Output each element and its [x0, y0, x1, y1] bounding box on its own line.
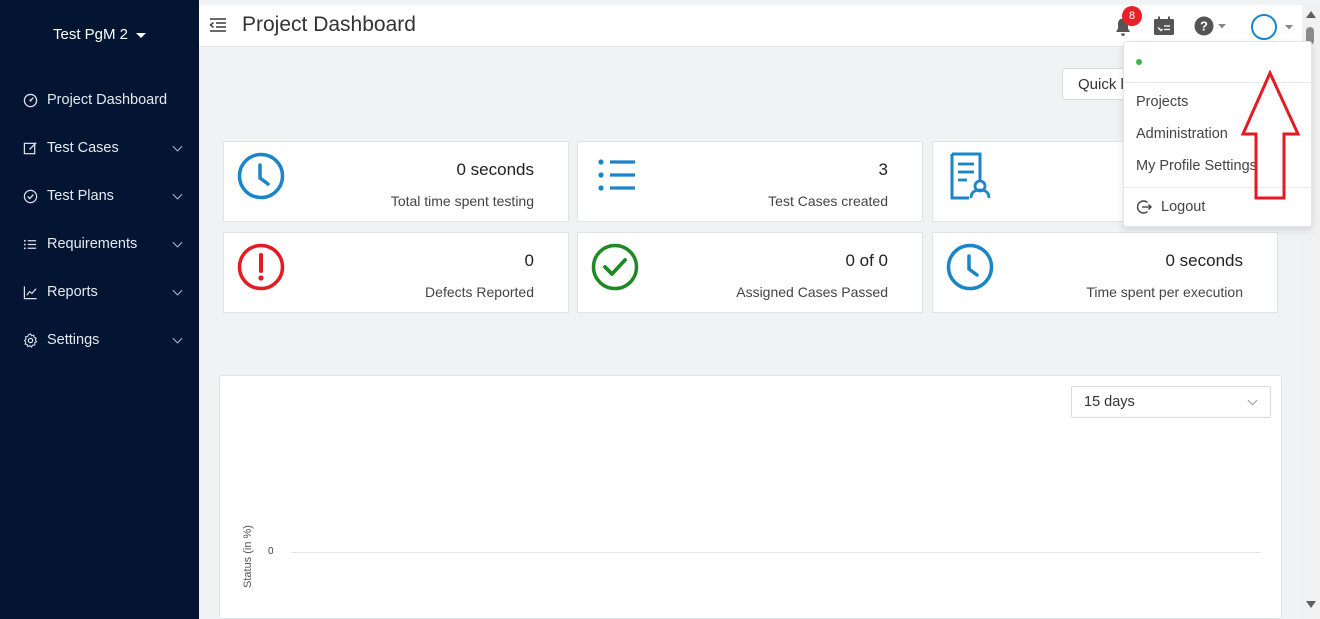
chevron-down-icon	[172, 333, 183, 344]
stat-label: Test Cases created	[768, 193, 888, 209]
chevron-down-icon	[172, 285, 183, 296]
dashboard-icon	[22, 92, 38, 108]
scroll-down-icon[interactable]	[1306, 601, 1316, 608]
list-icon	[590, 152, 640, 202]
logout-label: Logout	[1161, 199, 1206, 215]
gear-icon	[22, 332, 38, 348]
sidebar-item-label: Requirements	[47, 236, 138, 252]
stat-value: 0 of 0	[845, 251, 888, 270]
sidebar-item-label: Project Dashboard	[47, 92, 168, 108]
sidebar-item-label: Reports	[47, 284, 98, 300]
menu-item-profile-settings[interactable]: My Profile Settings	[1136, 158, 1257, 174]
document-user-icon	[945, 152, 995, 202]
caret-down-icon	[136, 32, 147, 38]
stat-card-test-cases-created: 3 Test Cases created	[577, 141, 923, 222]
chart-baseline	[291, 552, 1261, 553]
sidebar-item-label: Test Plans	[47, 188, 114, 204]
project-selector[interactable]: Test PgM 2	[0, 26, 199, 43]
sidebar-item-requirements[interactable]: Requirements	[0, 220, 199, 268]
menu-collapse-icon[interactable]	[209, 17, 227, 33]
check-circle-icon	[590, 243, 640, 293]
sidebar-nav: Project Dashboard Test Cases Test Plans …	[0, 76, 199, 364]
help-menu-button[interactable]: ?	[1193, 15, 1229, 37]
list-icon	[22, 236, 38, 252]
menu-item-logout[interactable]: Logout	[1136, 199, 1205, 215]
stat-value: 0 seconds	[456, 160, 535, 179]
sidebar-item-reports[interactable]: Reports	[0, 268, 199, 316]
scroll-up-icon[interactable]	[1306, 11, 1316, 18]
svg-text:?: ?	[1200, 19, 1208, 34]
chart-y-axis-label: Status (in %)	[242, 525, 254, 588]
stat-card-defects: 0 Defects Reported	[223, 232, 569, 313]
chevron-down-icon	[172, 141, 183, 152]
annotation-arrow-icon	[1240, 70, 1301, 200]
date-range-select[interactable]: 15 days	[1071, 386, 1271, 418]
stat-value: 0 seconds	[1165, 251, 1244, 270]
stat-label: Assigned Cases Passed	[736, 284, 888, 300]
chart-y-tick: 0	[268, 546, 274, 557]
chevron-down-icon	[172, 237, 183, 248]
clock-icon	[945, 243, 995, 293]
stat-value: 3	[878, 160, 888, 179]
stat-value: 0	[524, 251, 534, 270]
chevron-down-icon	[1247, 395, 1258, 406]
notification-badge: 8	[1122, 6, 1142, 26]
online-status-dot	[1136, 59, 1142, 65]
menu-item-administration[interactable]: Administration	[1136, 126, 1228, 142]
sidebar-item-project-dashboard[interactable]: Project Dashboard	[0, 76, 199, 124]
status-chart-panel: 15 days Status (in %) 0	[219, 375, 1282, 619]
sidebar-item-test-plans[interactable]: Test Plans	[0, 172, 199, 220]
calendar-check-icon[interactable]	[1153, 16, 1175, 36]
sidebar-item-label: Test Cases	[47, 140, 119, 156]
project-name: Test PgM 2	[52, 26, 129, 43]
stat-card-time-per-execution: 0 seconds Time spent per execution	[932, 232, 1278, 313]
sidebar-item-settings[interactable]: Settings	[0, 316, 199, 364]
edit-icon	[22, 140, 38, 156]
chart-line-icon	[22, 284, 38, 300]
page-title: Project Dashboard	[242, 13, 416, 36]
chevron-down-icon	[172, 189, 183, 200]
user-avatar-button[interactable]	[1249, 13, 1297, 41]
logout-icon	[1136, 199, 1152, 215]
check-circle-icon	[22, 188, 38, 204]
sidebar-item-test-cases[interactable]: Test Cases	[0, 124, 199, 172]
menu-item-projects[interactable]: Projects	[1136, 94, 1188, 110]
stat-label: Defects Reported	[425, 284, 534, 300]
alert-icon	[236, 243, 286, 293]
stat-card-assigned-passed: 0 of 0 Assigned Cases Passed	[577, 232, 923, 313]
sidebar-item-label: Settings	[47, 332, 100, 348]
stat-label: Time spent per execution	[1086, 284, 1243, 300]
stat-card-total-time: 0 seconds Total time spent testing	[223, 141, 569, 222]
sidebar: Test PgM 2 Project Dashboard Test Cases …	[0, 0, 199, 619]
stat-label: Total time spent testing	[390, 193, 534, 209]
date-range-value: 15 days	[1084, 394, 1135, 410]
clock-icon	[236, 152, 286, 202]
